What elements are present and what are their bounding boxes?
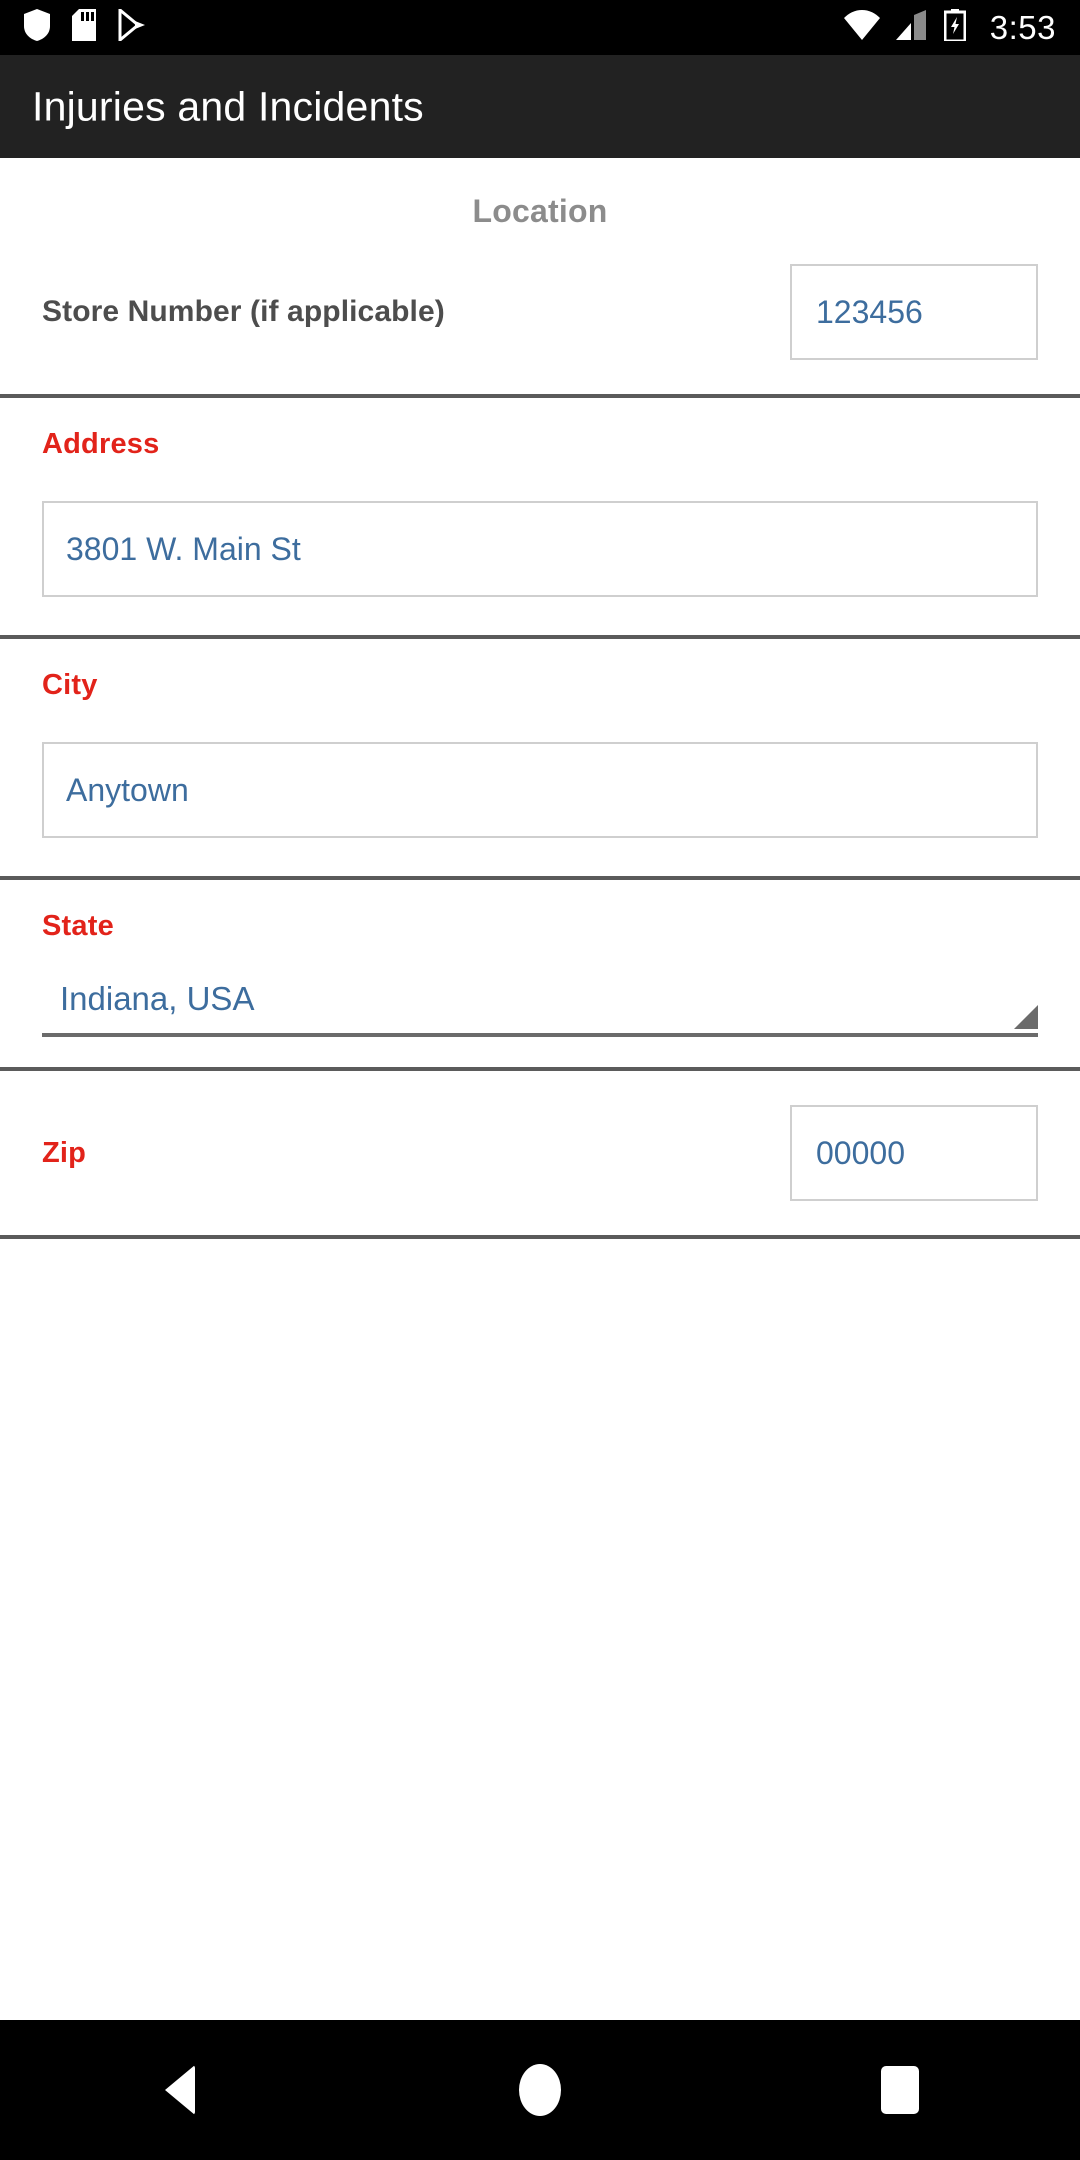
store-number-input[interactable]: 123456 (790, 264, 1038, 360)
state-label: State (42, 910, 114, 942)
form-row-state[interactable]: State Indiana, USA (0, 880, 1080, 1067)
page-title: Injuries and Incidents (32, 83, 424, 129)
recents-square-icon (881, 2066, 919, 2114)
phone-screen: 3:53 Injuries and Incidents Location Sto… (0, 0, 1080, 2160)
store-number-label: Store Number (if applicable) (42, 295, 445, 328)
state-dropdown[interactable]: Indiana, USA (42, 965, 1038, 1037)
status-bar-clock: 3:53 (989, 8, 1056, 46)
address-label: Address (42, 428, 160, 460)
play-store-icon (118, 6, 146, 46)
cellular-signal-icon (895, 10, 928, 45)
city-input[interactable]: Anytown (42, 742, 1038, 838)
form-row-store-number[interactable]: Store Number (if applicable) 123456 (0, 230, 1080, 394)
status-bar: 3:53 (0, 0, 1080, 55)
recents-button[interactable] (810, 2020, 990, 2160)
zip-label: Zip (42, 1136, 87, 1169)
form-row-city[interactable]: City Anytown (0, 639, 1080, 876)
zip-input[interactable]: 00000 (790, 1105, 1038, 1201)
form-scroll-container[interactable]: Location Store Number (if applicable) 12… (0, 158, 1080, 2020)
dropdown-triangle-icon (1014, 1005, 1038, 1029)
home-button[interactable] (450, 2020, 630, 2160)
city-label: City (42, 669, 98, 701)
back-button[interactable] (90, 2020, 270, 2160)
empty-space (0, 1239, 1080, 1879)
home-circle-icon (519, 2064, 561, 2116)
state-selected-value: Indiana, USA (60, 980, 255, 1017)
wifi-icon (843, 10, 880, 45)
section-header-location: Location (472, 193, 608, 229)
back-triangle-icon (165, 2065, 195, 2115)
address-input[interactable]: 3801 W. Main St (42, 501, 1038, 597)
shield-icon (24, 9, 50, 46)
form-row-address[interactable]: Address 3801 W. Main St (0, 398, 1080, 635)
sd-card-icon (72, 9, 96, 46)
status-bar-left-icons (24, 6, 146, 46)
navigation-bar (0, 2020, 1080, 2160)
status-bar-right-icons: 3:53 (843, 8, 1056, 47)
app-bar: Injuries and Incidents (0, 55, 1080, 158)
form-row-zip[interactable]: Zip 00000 (0, 1071, 1080, 1235)
battery-charging-icon (943, 9, 967, 46)
